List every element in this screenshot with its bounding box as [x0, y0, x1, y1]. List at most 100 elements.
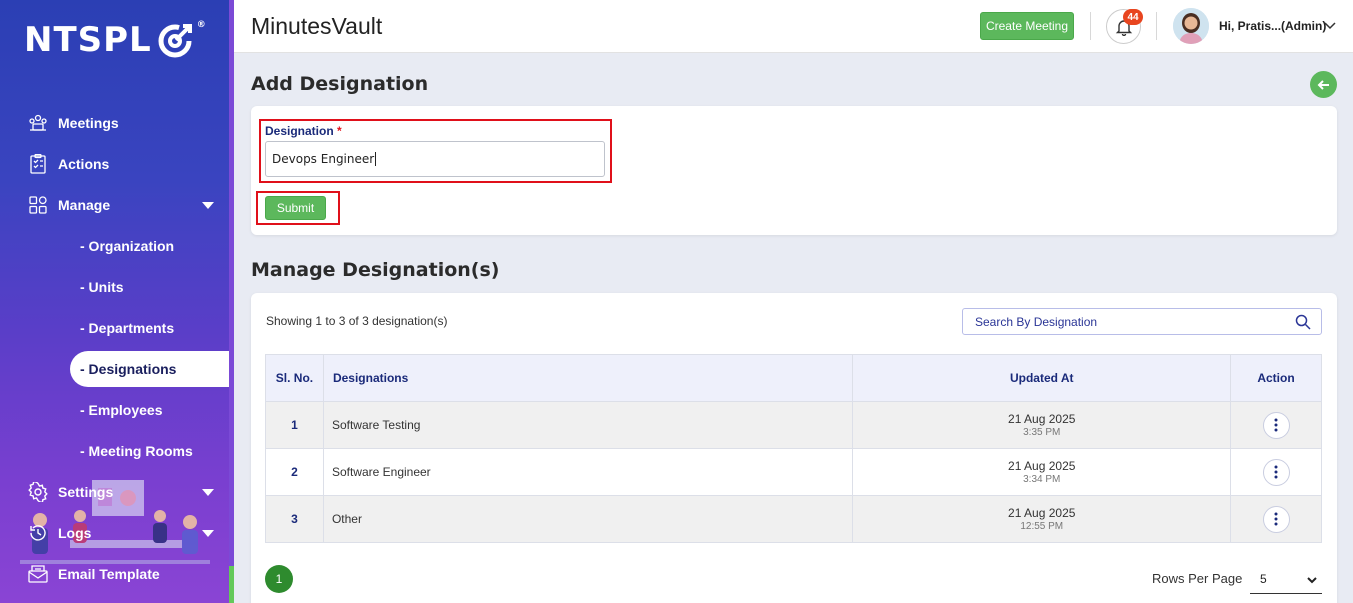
- top-header: MinutesVault Create Meeting 44 Hi, Prati…: [234, 0, 1353, 53]
- showing-count-text: Showing 1 to 3 of 3 designation(s): [266, 314, 448, 328]
- sidebar-subitem-organization[interactable]: - Organization: [80, 229, 174, 263]
- search-input[interactable]: Search By Designation: [962, 308, 1322, 335]
- row-actions-button[interactable]: [1262, 411, 1290, 439]
- cell-designation: Software Engineer: [322, 448, 854, 496]
- registered-mark: ®: [196, 20, 207, 30]
- user-avatar-icon: [1173, 8, 1209, 44]
- sidebar-subitem-label: - Designations: [80, 361, 177, 377]
- table-row: 2 Software Engineer 21 Aug 2025 3:34 PM: [265, 448, 1322, 496]
- checklist-icon: [28, 154, 48, 174]
- column-header-action: Action: [1230, 354, 1322, 402]
- grid-icon: [28, 195, 48, 215]
- cell-updated-at: 21 Aug 2025 12:55 PM: [852, 495, 1232, 543]
- sidebar-subitem-employees[interactable]: - Employees: [80, 393, 162, 427]
- table-row: 3 Other 21 Aug 2025 12:55 PM: [265, 495, 1322, 543]
- updated-date: 21 Aug 2025: [1008, 506, 1076, 520]
- column-header-designations[interactable]: Designations: [322, 354, 854, 402]
- sidebar-item-settings[interactable]: Settings: [28, 475, 218, 509]
- sidebar-subitem-label: - Meeting Rooms: [80, 443, 193, 459]
- sidebar-edge: [229, 0, 234, 603]
- column-header-updated-at[interactable]: Updated At: [852, 354, 1232, 402]
- rows-per-page-select[interactable]: 5: [1250, 564, 1322, 594]
- chevron-down-icon[interactable]: [1323, 18, 1337, 32]
- sidebar-item-label: Email Template: [58, 566, 160, 582]
- search-icon[interactable]: [1295, 314, 1311, 330]
- cell-designation: Software Testing: [322, 401, 854, 449]
- more-vertical-icon: [1274, 418, 1278, 432]
- row-actions-button[interactable]: [1262, 458, 1290, 486]
- cell-sl: 1: [265, 401, 324, 449]
- column-header-sl[interactable]: Sl. No.: [265, 354, 324, 402]
- rows-per-page-label: Rows Per Page: [1152, 571, 1243, 586]
- row-actions-button[interactable]: [1262, 505, 1290, 533]
- submit-button[interactable]: Submit: [265, 196, 326, 220]
- meetings-icon: [28, 113, 48, 133]
- create-meeting-button[interactable]: Create Meeting: [980, 12, 1074, 40]
- designations-table: Sl. No. Designations Updated At Action 1…: [265, 354, 1322, 543]
- designation-input-value: Devops Engineer: [272, 152, 375, 166]
- chevron-down-icon: [202, 202, 214, 209]
- sidebar-item-label: Actions: [58, 156, 110, 172]
- user-greeting[interactable]: Hi, Pratis...(Admin): [1219, 19, 1326, 33]
- header-divider: [1156, 12, 1157, 40]
- sidebar-item-email-template[interactable]: Email Template: [28, 557, 218, 591]
- header-divider: [1090, 12, 1091, 40]
- gear-icon: [28, 482, 48, 502]
- cell-action: [1230, 495, 1322, 543]
- chevron-down-icon: [202, 489, 214, 496]
- cell-action: [1230, 401, 1322, 449]
- sidebar-subitem-label: - Departments: [80, 320, 175, 336]
- more-vertical-icon: [1274, 512, 1278, 526]
- logo-text: NTSPL: [24, 20, 152, 60]
- arrow-left-icon: [1317, 79, 1329, 90]
- pagination-page-button[interactable]: 1: [265, 565, 293, 593]
- updated-date: 21 Aug 2025: [1008, 459, 1076, 473]
- designation-input[interactable]: Devops Engineer: [265, 141, 605, 177]
- cell-action: [1230, 448, 1322, 496]
- sidebar-subitem-label: - Employees: [80, 402, 163, 418]
- cell-designation: Other: [322, 495, 854, 543]
- sidebar: NTSPL ® Meetings Actions Manage - Organi…: [0, 0, 229, 603]
- table-row: 1 Software Testing 21 Aug 2025 3:35 PM: [265, 401, 1322, 449]
- updated-date: 21 Aug 2025: [1008, 412, 1076, 426]
- table-header-row: Sl. No. Designations Updated At Action: [265, 354, 1322, 402]
- notification-count-badge: 44: [1123, 9, 1143, 25]
- cell-sl: 3: [265, 495, 324, 543]
- sidebar-edge-accent: [229, 566, 234, 603]
- updated-time: 3:34 PM: [1023, 474, 1061, 485]
- sidebar-item-manage[interactable]: Manage: [28, 188, 218, 222]
- cell-sl: 2: [265, 448, 324, 496]
- history-icon: [28, 523, 48, 543]
- back-button[interactable]: [1310, 71, 1337, 98]
- add-designation-title: Add Designation: [251, 73, 429, 95]
- sidebar-subitem-meeting-rooms[interactable]: - Meeting Rooms: [80, 434, 193, 468]
- designation-label-text: Designation: [265, 124, 334, 138]
- sidebar-item-label: Manage: [58, 197, 111, 213]
- sidebar-item-label: Meetings: [58, 115, 119, 131]
- sidebar-item-label: Settings: [58, 484, 114, 500]
- avatar[interactable]: [1173, 8, 1209, 44]
- required-mark: *: [337, 124, 342, 138]
- sidebar-subitem-designations[interactable]: - Designations: [70, 351, 229, 387]
- ntspl-logo[interactable]: NTSPL ®: [24, 20, 207, 60]
- rows-per-page-value: 5: [1260, 571, 1267, 586]
- logo-mark-icon: [158, 24, 192, 58]
- sidebar-item-label: Logs: [58, 525, 92, 541]
- sidebar-item-logs[interactable]: Logs: [28, 516, 218, 550]
- sidebar-item-meetings[interactable]: Meetings: [28, 106, 218, 140]
- sidebar-subitem-units[interactable]: - Units: [80, 270, 124, 304]
- cell-updated-at: 21 Aug 2025 3:35 PM: [852, 401, 1232, 449]
- app-title: MinutesVault: [251, 13, 383, 39]
- sidebar-item-actions[interactable]: Actions: [28, 147, 218, 181]
- search-placeholder: Search By Designation: [975, 314, 1098, 329]
- chevron-down-icon: [1307, 577, 1317, 584]
- text-cursor: [375, 152, 377, 166]
- updated-time: 3:35 PM: [1023, 427, 1061, 438]
- designation-label: Designation *: [265, 124, 342, 138]
- more-vertical-icon: [1274, 465, 1278, 479]
- sidebar-subitem-label: - Organization: [80, 238, 175, 254]
- chevron-down-icon: [202, 530, 214, 537]
- email-icon: [28, 564, 48, 584]
- sidebar-subitem-departments[interactable]: - Departments: [80, 311, 174, 345]
- cell-updated-at: 21 Aug 2025 3:34 PM: [852, 448, 1232, 496]
